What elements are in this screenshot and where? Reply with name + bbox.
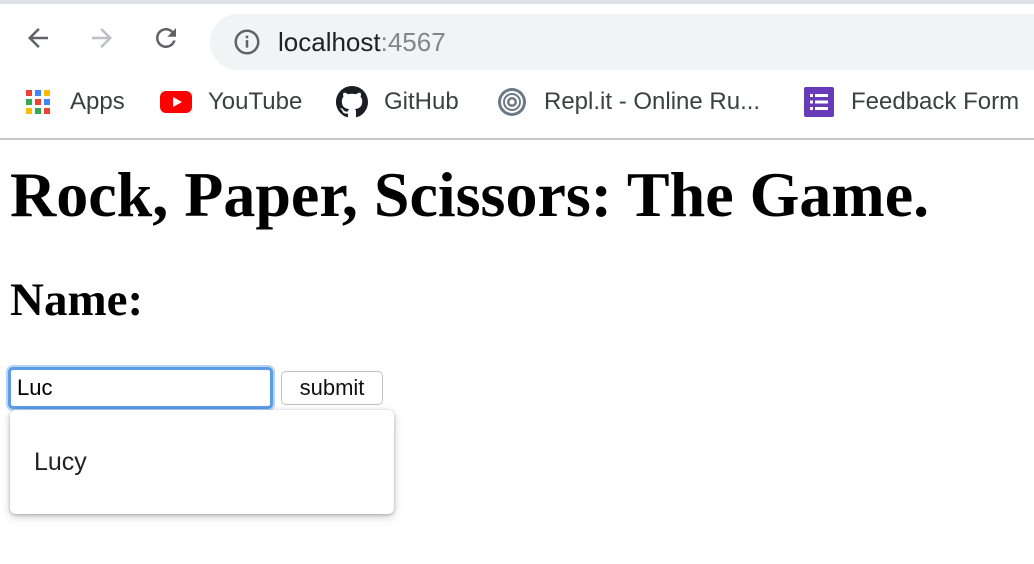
autocomplete-suggestion[interactable]: Lucy (10, 410, 394, 514)
submit-button[interactable]: submit (281, 371, 383, 405)
url-port: :4567 (380, 27, 446, 57)
bookmark-label: YouTube (208, 88, 303, 115)
bookmark-label: Repl.it - Online Ru... (544, 88, 761, 115)
name-label: Name: (10, 274, 144, 326)
bookmark-label: Apps (70, 88, 125, 115)
bookmark-replit[interactable]: Repl.it - Online Ru... (496, 84, 760, 120)
github-icon (336, 86, 368, 118)
page-content: Rock, Paper, Scissors: The Game. Name: s… (0, 140, 1034, 564)
back-button[interactable] (20, 20, 56, 56)
youtube-icon (160, 86, 192, 118)
info-icon[interactable] (232, 27, 262, 57)
url-host: localhost (278, 27, 381, 57)
reload-button[interactable] (148, 20, 184, 56)
page-title: Rock, Paper, Scissors: The Game. (10, 159, 930, 230)
forward-button[interactable] (84, 20, 120, 56)
arrow-left-icon (28, 28, 48, 48)
reload-icon (156, 28, 176, 48)
bookmarks-bar: Apps YouTube GitHub Repl.it - Online Ru.… (0, 76, 1034, 128)
browser-chrome: localhost:4567 Apps YouTube GitHub Repl.… (0, 0, 1034, 140)
bookmark-label: Feedback Form (851, 88, 1020, 115)
autocomplete-dropdown: Lucy (10, 410, 394, 514)
google-forms-icon (803, 86, 835, 118)
bookmark-github[interactable]: GitHub (336, 84, 459, 120)
url-text: localhost:4567 (278, 28, 446, 56)
bookmark-label: GitHub (384, 88, 459, 115)
apps-grid-icon (22, 86, 54, 118)
replit-icon (496, 86, 528, 118)
bookmark-feedback-form[interactable]: Feedback Form (803, 84, 1019, 120)
bookmark-apps[interactable]: Apps (22, 84, 125, 120)
address-bar[interactable]: localhost:4567 (210, 14, 1034, 70)
name-input[interactable] (8, 367, 273, 409)
browser-toolbar: localhost:4567 (0, 4, 1034, 74)
arrow-right-icon (92, 28, 112, 48)
bookmark-youtube[interactable]: YouTube (160, 84, 302, 120)
